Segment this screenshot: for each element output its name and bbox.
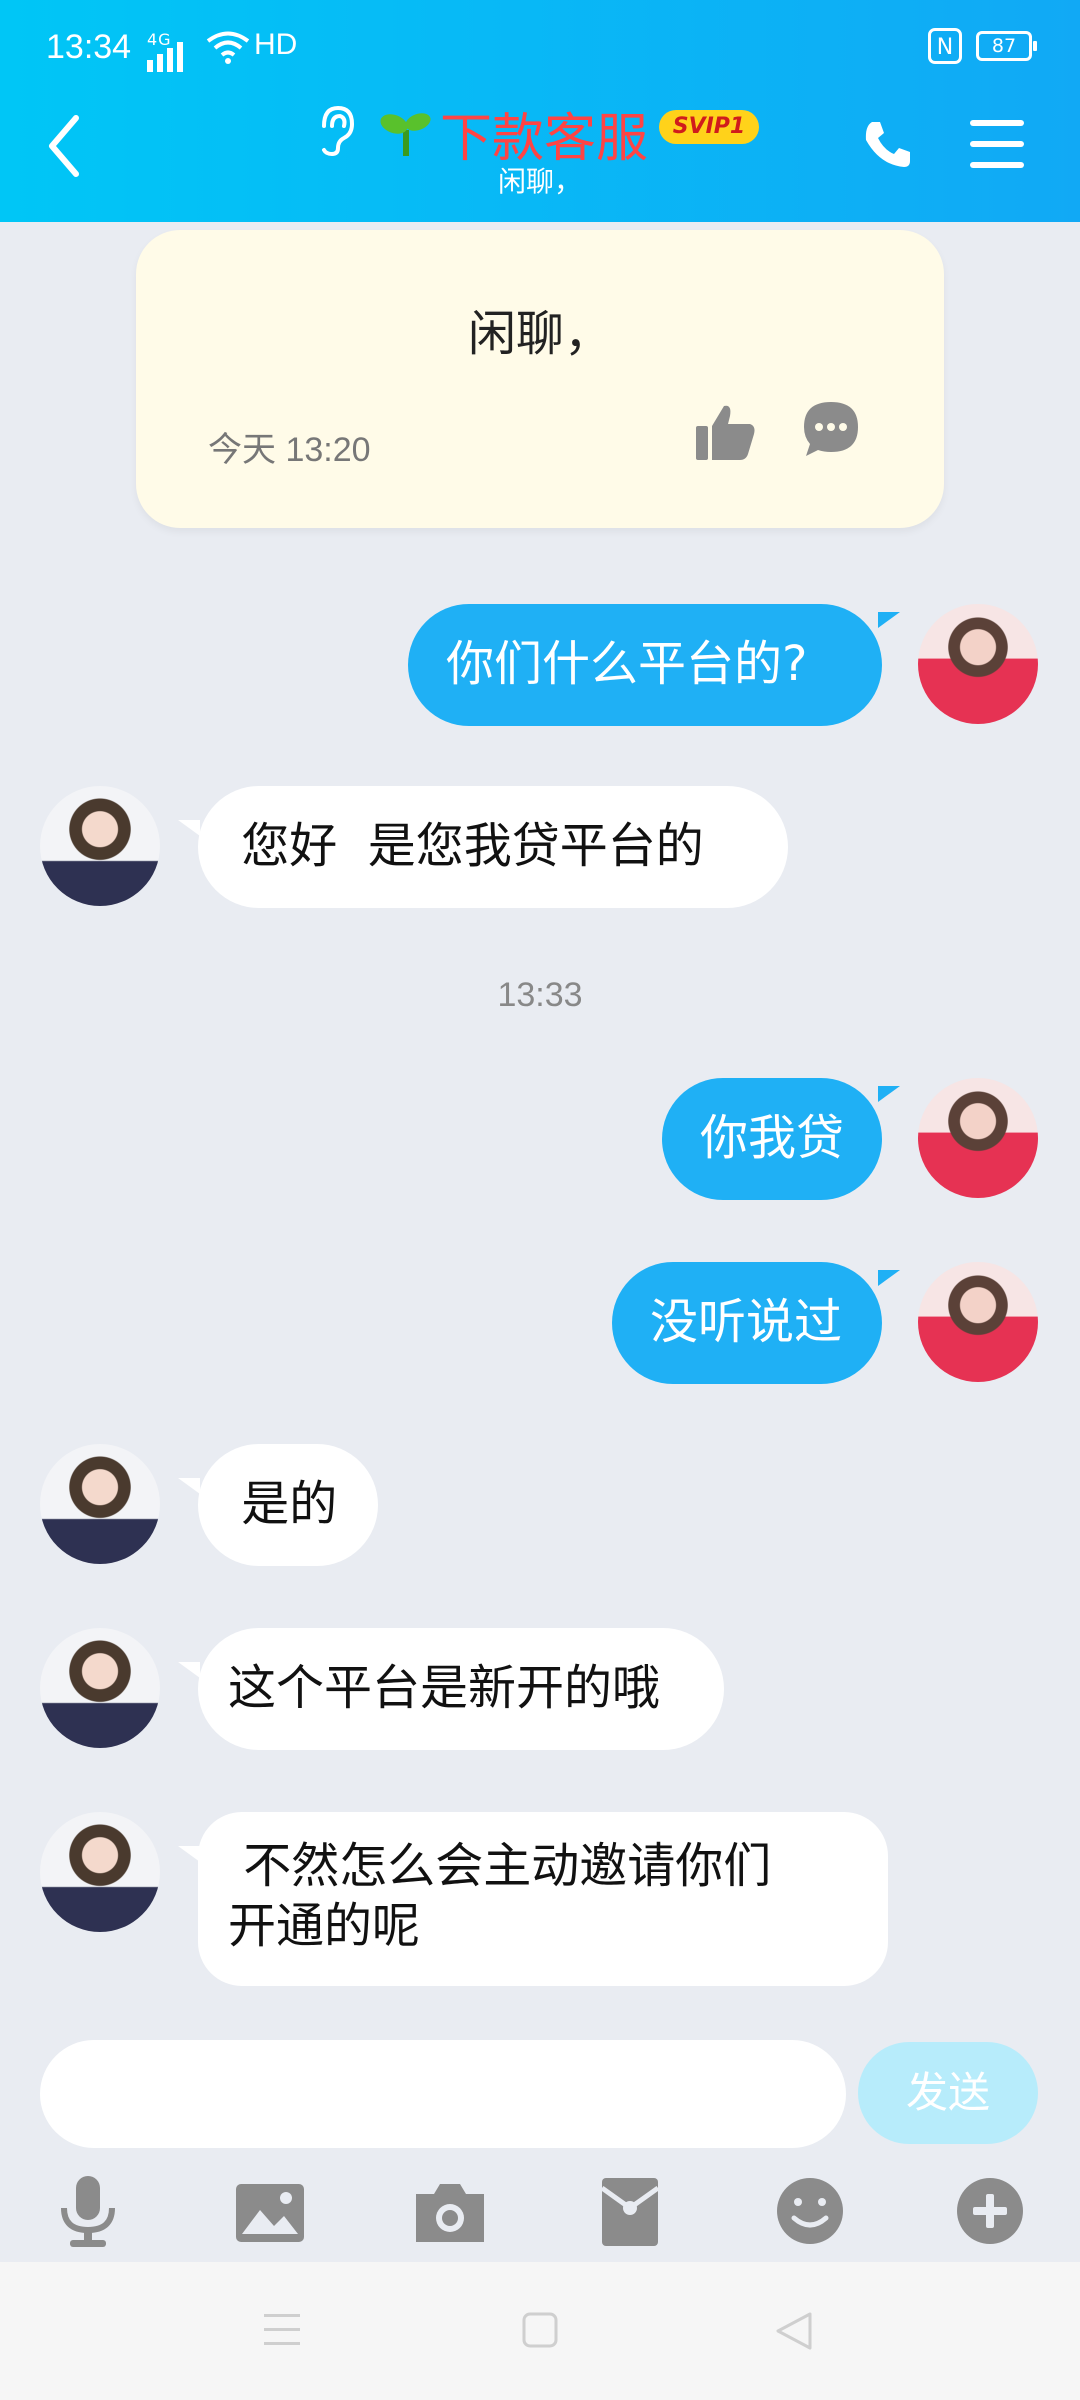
bubble-tail [878,1086,900,1102]
back-nav-button[interactable] [774,2310,814,2356]
system-navigation-bar [0,2262,1080,2400]
message-text: 你我贷 [700,1110,845,1166]
message-bubble-in[interactable]: 是的 [198,1444,378,1566]
message-input[interactable] [40,2040,846,2148]
chat-header: 13:34 4G HD N 87 下款客服 SVIP1 闲聊， [0,0,1080,222]
recent-apps-button[interactable] [262,2312,302,2352]
bubble-tail [178,820,200,836]
phone-call-button[interactable] [862,118,914,174]
mic-icon[interactable] [50,2174,126,2248]
message-bubble-out[interactable]: 你们什么平台的? [408,604,882,726]
message-timestamp: 13:33 [497,976,583,1014]
plus-icon[interactable] [952,2174,1028,2248]
camera-icon[interactable] [412,2174,488,2248]
menu-button[interactable] [970,120,1024,172]
message-text: 不然怎么会主动邀请你们开通的呢 [228,1838,772,1954]
sprout-icon [380,108,432,162]
agent-avatar[interactable] [40,1444,160,1564]
ear-icon[interactable] [314,104,358,167]
red-packet-icon[interactable] [592,2174,668,2248]
bubble-tail [878,1270,900,1286]
status-time: 13:34 [46,28,132,66]
thumbs-up-icon[interactable] [696,402,756,464]
bubble-tail [178,1478,200,1494]
battery-icon: 87 [976,31,1037,61]
bubble-tail [878,612,900,628]
chat-subtitle: 闲聊， [497,165,582,198]
message-text: 是的 [226,1476,338,1532]
user-avatar[interactable] [918,1262,1038,1382]
message-text: 这个平台是新开的哦 [228,1660,661,1716]
message-text: 你们什么平台的? [446,636,808,692]
user-avatar[interactable] [918,604,1038,724]
chat-topic-card: 闲聊， 今天 13:20 [136,230,944,528]
svip-badge: SVIP1 [659,110,759,144]
send-button[interactable]: 发送 [858,2042,1038,2144]
message-bubble-out[interactable]: 没听说过 [612,1262,882,1384]
user-avatar[interactable] [918,1078,1038,1198]
agent-avatar[interactable] [40,786,160,906]
wifi-icon [206,30,250,68]
nfc-icon: N [928,28,962,64]
bubble-tail [178,1846,200,1862]
agent-avatar[interactable] [40,1628,160,1748]
emoji-icon[interactable] [772,2174,848,2248]
message-text: 没听说过 [650,1294,843,1350]
message-bubble-out[interactable]: 你我贷 [662,1078,882,1200]
home-button[interactable] [522,2312,558,2352]
topic-text: 闲聊， [467,306,612,362]
message-text: 您好 是您我贷平台的 [226,818,704,874]
hd-indicator: HD [254,28,298,61]
message-bubble-in[interactable]: 您好 是您我贷平台的 [198,786,788,908]
message-bubble-in[interactable]: 这个平台是新开的哦 [198,1628,724,1750]
topic-time: 今天 13:20 [208,431,371,469]
bubble-tail [178,1662,200,1678]
image-icon[interactable] [232,2174,308,2248]
comment-icon[interactable] [802,400,860,462]
message-bubble-in[interactable]: 不然怎么会主动邀请你们开通的呢 [198,1812,888,1986]
agent-avatar[interactable] [40,1812,160,1932]
